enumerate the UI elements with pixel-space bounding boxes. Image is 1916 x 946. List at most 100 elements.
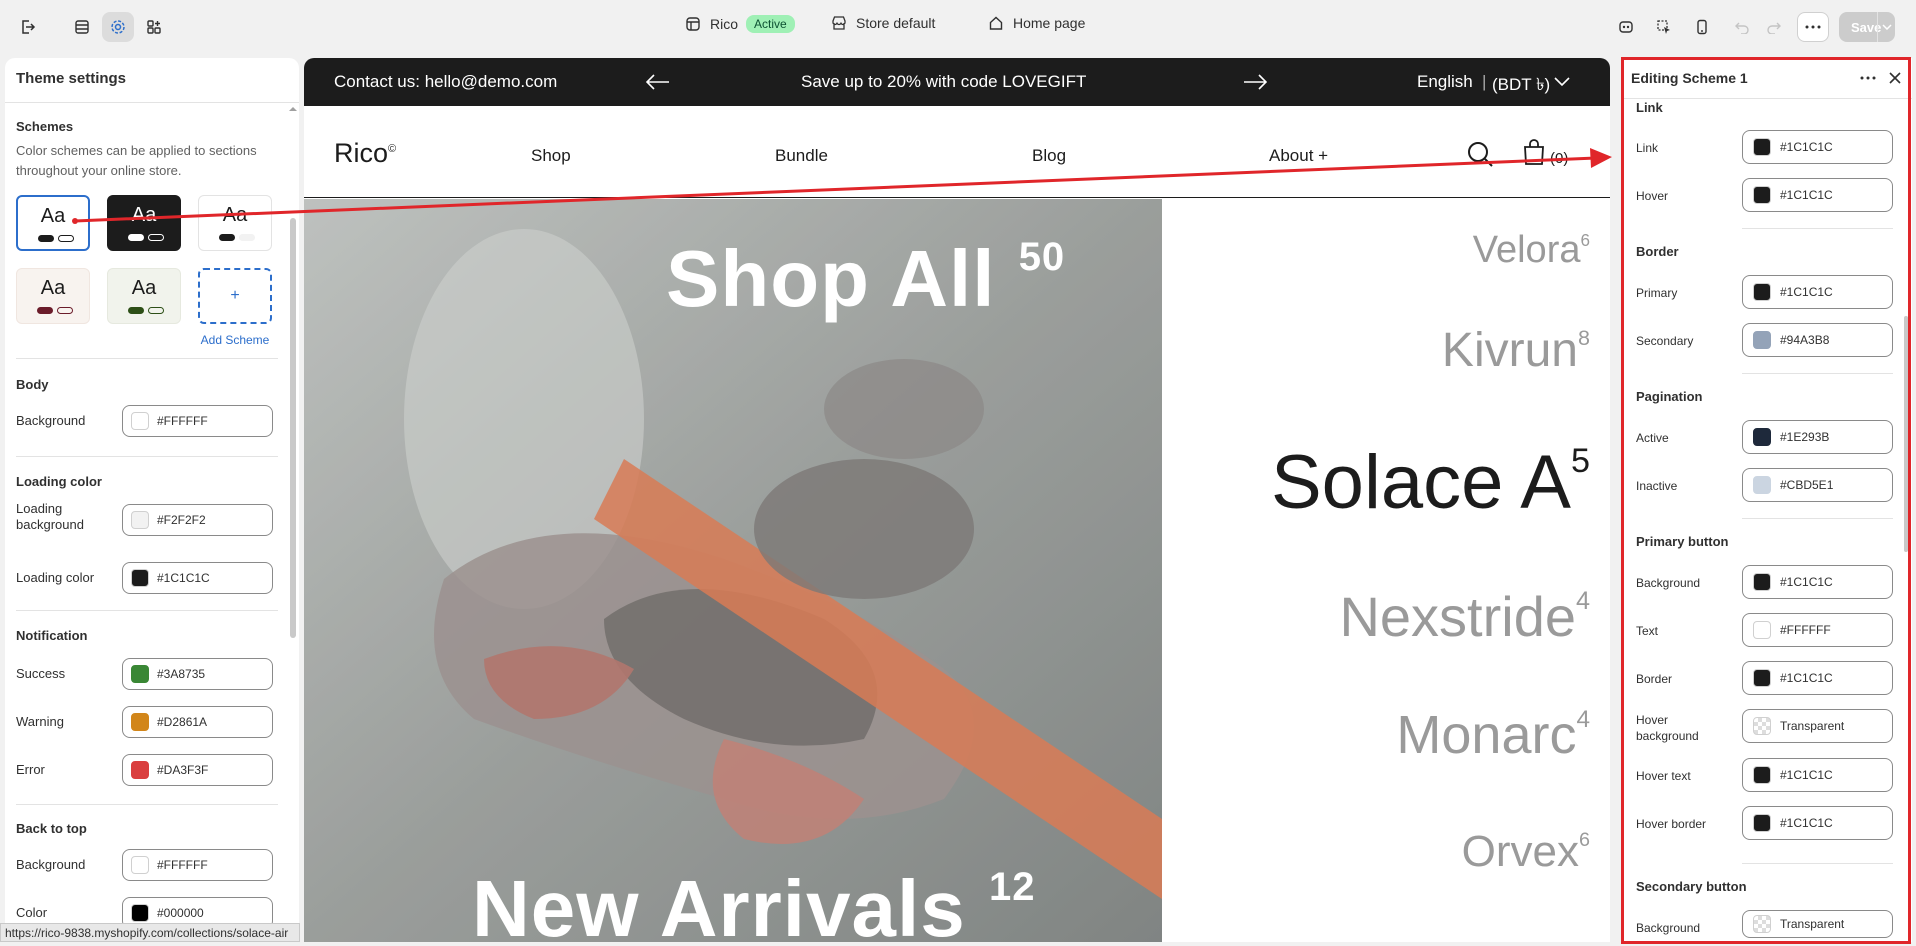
nav-about[interactable]: About + xyxy=(1269,146,1328,166)
color-swatch[interactable] xyxy=(131,569,149,587)
color-swatch[interactable] xyxy=(131,412,149,430)
device-toggle-button[interactable] xyxy=(1686,12,1718,42)
color-swatch[interactable] xyxy=(131,904,149,922)
arrow-left-icon[interactable] xyxy=(646,74,670,90)
arrow-right-icon[interactable] xyxy=(1243,74,1267,90)
more-actions-button[interactable] xyxy=(1797,12,1829,42)
color-swatch[interactable] xyxy=(1753,766,1771,784)
customer-view-button[interactable] xyxy=(1610,12,1642,42)
collection-item[interactable]: Velora6 xyxy=(1473,229,1590,272)
transparent-swatch[interactable] xyxy=(1753,915,1771,933)
pb-text-field[interactable]: #FFFFFF xyxy=(1742,613,1893,647)
scheme-card-4[interactable]: Aa xyxy=(16,268,90,324)
collection-item[interactable]: Kivrun8 xyxy=(1442,323,1590,378)
search-icon[interactable] xyxy=(1467,141,1493,167)
contact-text: Contact us: hello@demo.com xyxy=(334,72,558,91)
save-options-button[interactable] xyxy=(1877,12,1895,42)
color-value: #1C1C1C xyxy=(1780,816,1833,830)
nav-bundle[interactable]: Bundle xyxy=(775,146,828,166)
pagination-active-label: Active xyxy=(1636,431,1669,445)
hover-color-field[interactable]: #1C1C1C xyxy=(1742,178,1893,212)
exit-button[interactable] xyxy=(12,12,44,42)
nav-blog[interactable]: Blog xyxy=(1032,146,1066,166)
pagination-inactive-field[interactable]: #CBD5E1 xyxy=(1742,468,1893,502)
color-swatch[interactable] xyxy=(131,856,149,874)
scrollbar[interactable] xyxy=(1904,316,1908,552)
scheme-card-2[interactable]: Aa xyxy=(107,195,181,251)
border-secondary-field[interactable]: #94A3B8 xyxy=(1742,323,1893,357)
collection-item[interactable]: Orvex6 xyxy=(1462,827,1590,877)
add-scheme-link[interactable]: Add Scheme xyxy=(198,333,272,347)
save-button[interactable]: Save xyxy=(1839,12,1895,42)
page-selector[interactable]: Home page xyxy=(989,15,1085,31)
color-swatch[interactable] xyxy=(131,665,149,683)
color-swatch[interactable] xyxy=(1753,621,1771,639)
collection-count: 6 xyxy=(1580,230,1590,250)
color-swatch[interactable] xyxy=(1753,331,1771,349)
color-swatch[interactable] xyxy=(1753,428,1771,446)
add-scheme-button[interactable]: + xyxy=(198,268,272,324)
cart-icon[interactable] xyxy=(1523,139,1545,165)
undo-button[interactable] xyxy=(1726,12,1758,42)
pagination-active-field[interactable]: #1E293B xyxy=(1742,420,1893,454)
border-primary-field[interactable]: #1C1C1C xyxy=(1742,275,1893,309)
apps-button[interactable] xyxy=(138,12,170,42)
scheme-card-3[interactable]: Aa xyxy=(198,195,272,251)
color-swatch[interactable] xyxy=(131,713,149,731)
locale-selector[interactable]: English xyxy=(1417,72,1473,92)
sb-bg-field[interactable]: Transparent xyxy=(1742,910,1893,938)
pb-hover-text-field[interactable]: #1C1C1C xyxy=(1742,758,1893,792)
body-background-field[interactable]: #FFFFFF xyxy=(122,405,273,437)
pb-border-field[interactable]: #1C1C1C xyxy=(1742,661,1893,695)
pb-bg-field[interactable]: #1C1C1C xyxy=(1742,565,1893,599)
loading-bg-field[interactable]: #F2F2F2 xyxy=(122,504,273,536)
color-swatch[interactable] xyxy=(1753,186,1771,204)
scheme-card-1[interactable]: Aa xyxy=(16,195,90,251)
color-swatch[interactable] xyxy=(1753,669,1771,687)
hero-title[interactable]: Shop All 50 xyxy=(666,233,1065,325)
store-selector[interactable]: Store default xyxy=(832,15,935,31)
scroll-up-icon[interactable] xyxy=(288,105,298,113)
hero-title-2[interactable]: New Arrivals 12 xyxy=(472,863,1035,942)
theme-selector[interactable]: Rico Active xyxy=(686,15,795,33)
storefront-preview[interactable]: Contact us: hello@demo.com Save up to 20… xyxy=(304,58,1610,942)
more-icon[interactable] xyxy=(1860,76,1876,80)
secondary-button-section-title: Secondary button xyxy=(1636,879,1747,894)
color-swatch[interactable] xyxy=(1753,814,1771,832)
error-field[interactable]: #DA3F3F xyxy=(122,754,273,786)
collection-name: Velora xyxy=(1472,229,1581,271)
body-title: Body xyxy=(16,377,49,392)
scheme-pill xyxy=(128,307,144,314)
store-logo[interactable]: Rico© xyxy=(334,138,396,169)
transparent-swatch[interactable] xyxy=(1753,717,1771,735)
pb-hover-bg-field[interactable]: Transparent xyxy=(1742,709,1893,743)
sections-button[interactable] xyxy=(66,12,98,42)
color-value: Transparent xyxy=(1780,917,1845,931)
link-color-field[interactable]: #1C1C1C xyxy=(1742,130,1893,164)
redo-button[interactable] xyxy=(1758,12,1790,42)
collection-item[interactable]: Monarc4 xyxy=(1396,704,1590,766)
loading-color-field[interactable]: #1C1C1C xyxy=(122,562,273,594)
warning-field[interactable]: #D2861A xyxy=(122,706,273,738)
theme-icon xyxy=(686,17,700,31)
scrollbar[interactable] xyxy=(290,218,296,638)
nav-shop[interactable]: Shop xyxy=(531,146,571,166)
collection-item[interactable]: Nexstride4 xyxy=(1339,584,1590,649)
color-swatch[interactable] xyxy=(1753,138,1771,156)
theme-settings-button[interactable] xyxy=(102,12,134,42)
collection-item-active[interactable]: Solace A5 xyxy=(1194,439,1590,526)
color-swatch[interactable] xyxy=(1753,573,1771,591)
color-swatch[interactable] xyxy=(1753,283,1771,301)
scheme-card-5[interactable]: Aa xyxy=(107,268,181,324)
color-swatch[interactable] xyxy=(1753,476,1771,494)
color-swatch[interactable] xyxy=(131,761,149,779)
hero-image[interactable]: Shop All 50 New Arrivals 12 xyxy=(304,199,1162,942)
success-field[interactable]: #3A8735 xyxy=(122,658,273,690)
back-to-top-bg-field[interactable]: #FFFFFF xyxy=(122,849,273,881)
pb-hover-border-field[interactable]: #1C1C1C xyxy=(1742,806,1893,840)
inspector-button[interactable] xyxy=(1648,12,1680,42)
color-swatch[interactable] xyxy=(131,511,149,529)
close-icon[interactable] xyxy=(1888,71,1902,85)
currency-selector[interactable]: (BDT ৳) xyxy=(1492,72,1550,100)
divider xyxy=(1742,518,1893,519)
